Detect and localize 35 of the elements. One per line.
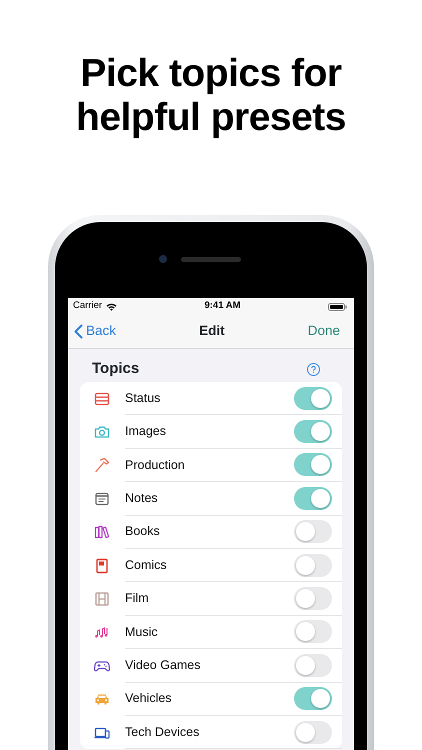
toggle-switch[interactable] (294, 453, 332, 476)
section-title: Topics (92, 359, 140, 380)
toggle-switch[interactable] (294, 720, 332, 744)
topic-label: Books (125, 523, 161, 540)
toggle-switch[interactable] (294, 520, 332, 544)
topic-label: Images (125, 423, 167, 440)
battery-icon (328, 302, 347, 310)
toggle-switch[interactable] (294, 486, 332, 510)
toggle-switch[interactable] (294, 687, 332, 710)
clock-label: 9:41 AM (204, 299, 241, 314)
camera-icon (159, 255, 167, 263)
screen-title: Edit (199, 322, 225, 340)
help-button[interactable] (307, 363, 320, 376)
toggle-switch[interactable] (294, 587, 332, 610)
toggle-switch[interactable] (294, 420, 332, 444)
topic-label: Video Games (125, 656, 202, 674)
done-button[interactable]: Done (308, 321, 340, 342)
toggle-switch[interactable] (294, 554, 332, 577)
topic-label: Production (125, 456, 186, 474)
chevron-icon (74, 324, 83, 339)
topic-label: Status (125, 390, 162, 407)
toggle-switch[interactable] (294, 620, 332, 644)
topic-label: Tech Devices (125, 724, 200, 741)
topic-label: Film (125, 590, 150, 608)
topic-label: Music (125, 624, 159, 641)
speaker-icon (181, 257, 241, 262)
toggle-switch[interactable] (294, 386, 332, 410)
wifi-icon (106, 302, 118, 310)
topic-label: Comics (125, 556, 168, 574)
topic-label: Notes (125, 490, 159, 507)
topic-label: Vehicles (125, 690, 173, 708)
back-button[interactable]: Back (74, 321, 116, 342)
headline: Pick topics for helpful presets (75, 52, 347, 140)
toggle-switch[interactable] (294, 654, 332, 677)
carrier-label: Carrier (73, 299, 102, 314)
